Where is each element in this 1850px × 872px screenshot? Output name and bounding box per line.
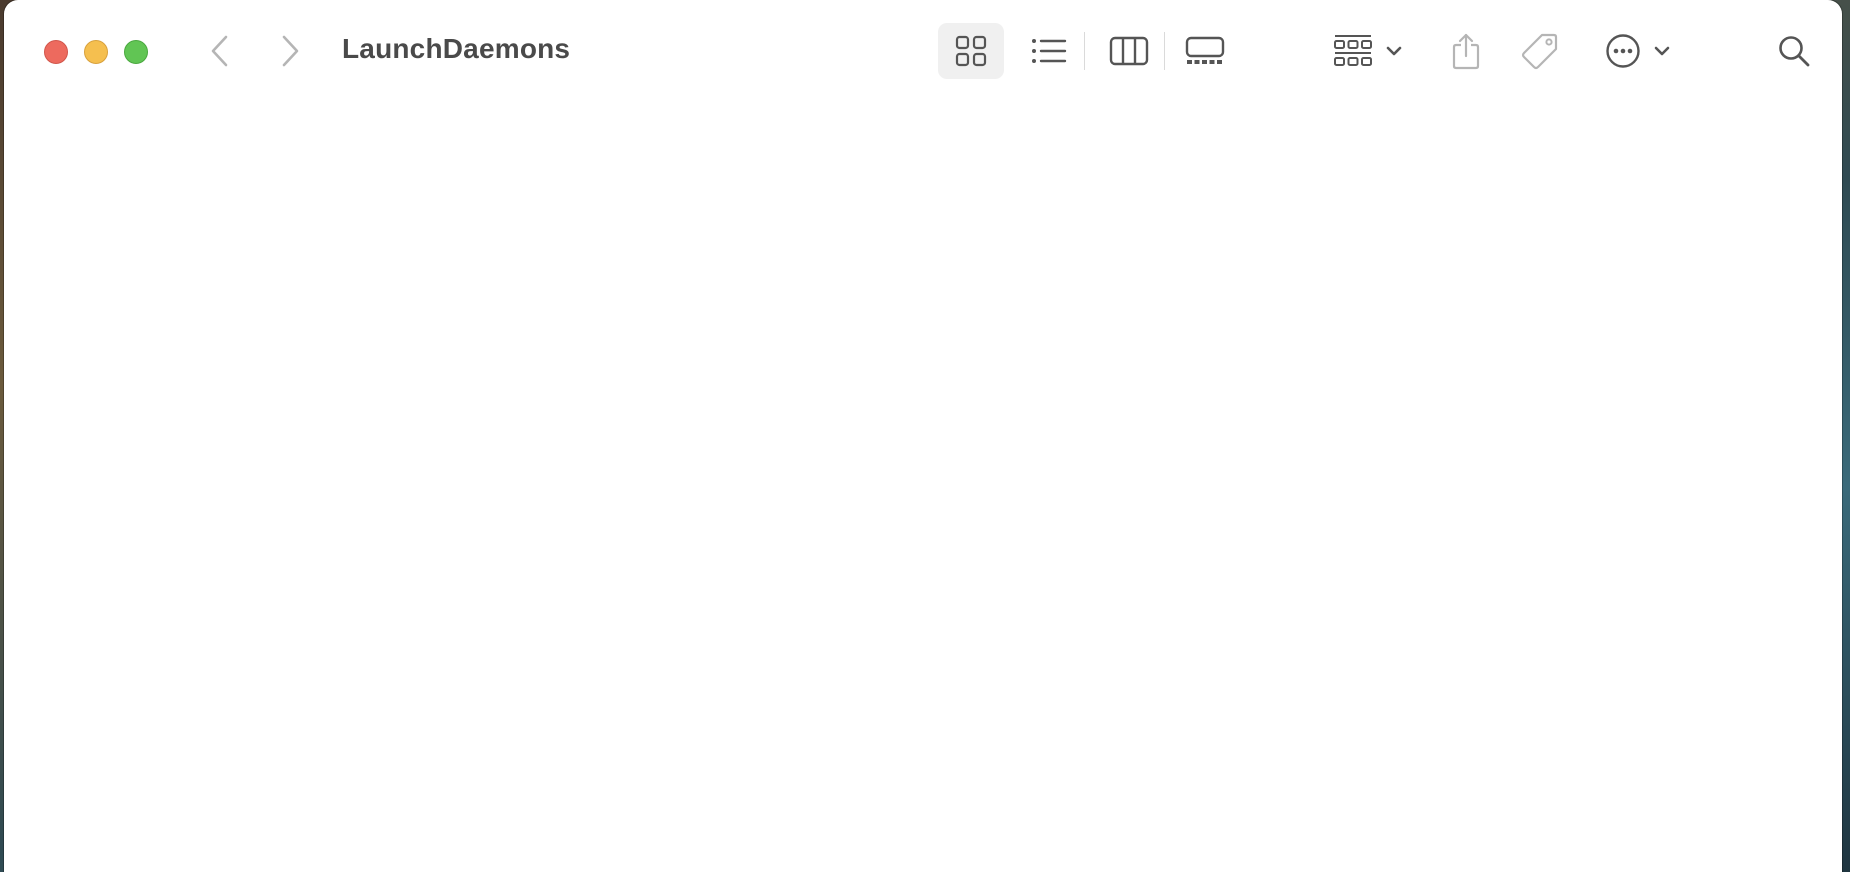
- tags-button[interactable]: [1514, 23, 1566, 79]
- share-icon: [1452, 33, 1480, 70]
- finder-window: LaunchDaemons: [4, 0, 1842, 872]
- ellipsis-circle-icon: [1606, 34, 1640, 68]
- minimize-button[interactable]: [84, 40, 108, 64]
- list-icon: [1032, 39, 1067, 63]
- search-button[interactable]: [1768, 23, 1820, 79]
- view-as-icons-button[interactable]: [938, 23, 1004, 79]
- forward-button[interactable]: [274, 30, 308, 72]
- chevron-left-icon: [211, 35, 228, 67]
- view-as-list-button[interactable]: [1016, 23, 1082, 79]
- columns-icon: [1109, 36, 1149, 66]
- file-browser-area[interactable]: [4, 102, 1842, 872]
- toolbar-divider: [1164, 32, 1165, 70]
- view-as-gallery-button[interactable]: [1172, 23, 1238, 79]
- tag-icon: [1521, 33, 1558, 70]
- view-as-columns-button[interactable]: [1096, 23, 1162, 79]
- chevron-right-icon: [282, 35, 299, 67]
- grid-icon: [955, 35, 987, 67]
- back-button[interactable]: [202, 30, 236, 72]
- more-actions-button[interactable]: [1598, 23, 1678, 79]
- search-icon: [1779, 36, 1810, 67]
- group-by-button[interactable]: [1328, 23, 1408, 79]
- gallery-icon: [1185, 36, 1225, 64]
- group-icon: [1334, 35, 1372, 66]
- close-button[interactable]: [44, 40, 68, 64]
- toolbar-divider: [1084, 32, 1085, 70]
- chevron-down-icon: [1654, 46, 1670, 56]
- window-title: LaunchDaemons: [342, 33, 571, 64]
- toolbar: LaunchDaemons: [4, 0, 1842, 102]
- zoom-button[interactable]: [124, 40, 148, 64]
- share-button[interactable]: [1440, 23, 1492, 79]
- chevron-down-icon: [1386, 46, 1402, 56]
